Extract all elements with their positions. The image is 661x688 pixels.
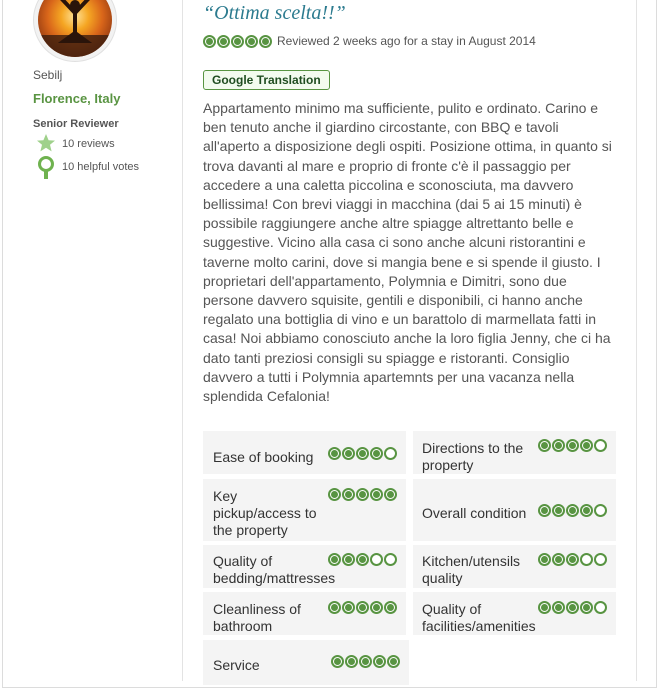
review-body: Appartamento minimo ma sufficiente, puli…: [203, 100, 612, 405]
sub-rating-label: Quality of bedding/mattresses: [213, 553, 336, 586]
filled-bubble-icon: [387, 655, 400, 668]
sub-rating-item: Service: [203, 640, 409, 685]
filled-bubble-icon: [342, 447, 355, 460]
column-divider: [182, 0, 183, 681]
filled-bubble-icon: [245, 34, 258, 48]
filled-bubble-icon: [370, 488, 383, 501]
filled-bubble-icon: [552, 601, 565, 614]
sub-rating-item: Ease of booking: [203, 431, 406, 474]
ribbon-icon: [36, 156, 56, 179]
empty-bubble-icon: [594, 504, 607, 517]
empty-bubble-icon: [384, 553, 397, 566]
filled-bubble-icon: [328, 601, 341, 614]
empty-bubble-icon: [580, 553, 593, 566]
filled-bubble-icon: [566, 439, 579, 452]
filled-bubble-icon: [538, 504, 551, 517]
filled-bubble-icon: [566, 553, 579, 566]
filled-bubble-icon: [552, 504, 565, 517]
sub-rating-bubbles: [331, 655, 401, 668]
filled-bubble-icon: [345, 655, 358, 668]
sub-rating-bubbles: [328, 447, 398, 460]
sub-rating-bubbles: [538, 601, 608, 614]
empty-bubble-icon: [594, 601, 607, 614]
filled-bubble-icon: [231, 34, 244, 48]
filled-bubble-icon: [370, 447, 383, 460]
filled-bubble-icon: [342, 601, 355, 614]
sub-rating-label: Directions to the property: [422, 440, 524, 473]
filled-bubble-icon: [580, 504, 593, 517]
filled-bubble-icon: [356, 447, 369, 460]
sub-rating-bubbles: [328, 553, 398, 566]
sub-rating-label: Overall condition: [422, 505, 527, 521]
sub-rating-bubbles: [538, 553, 608, 566]
overall-rating-bubbles: [203, 34, 273, 48]
google-translation-button[interactable]: Google Translation: [203, 70, 330, 90]
filled-bubble-icon: [259, 34, 272, 48]
review-rating-line: Reviewed 2 weeks ago for a stay in Augus…: [203, 34, 536, 48]
sub-rating-label: Quality of facilities/amenities: [422, 601, 536, 634]
filled-bubble-icon: [538, 601, 551, 614]
card-right-border: [636, 0, 637, 681]
helpful-votes-row: 10 helpful votes: [36, 156, 140, 179]
reviews-count: 10 reviews: [62, 138, 115, 150]
filled-bubble-icon: [552, 439, 565, 452]
filled-bubble-icon: [342, 553, 355, 566]
filled-bubble-icon: [328, 447, 341, 460]
filled-bubble-icon: [331, 655, 344, 668]
yoga-silhouette-icon: [38, 0, 112, 57]
filled-bubble-icon: [328, 488, 341, 501]
helpful-votes: 10 helpful votes: [62, 161, 140, 173]
filled-bubble-icon: [203, 34, 216, 48]
sub-rating-label: Key pickup/access to the property: [213, 488, 317, 538]
filled-bubble-icon: [217, 34, 230, 48]
filled-bubble-icon: [552, 553, 565, 566]
sub-rating-bubbles: [538, 504, 608, 517]
sub-rating-item: Key pickup/access to the property: [203, 479, 406, 541]
sub-rating-label: Cleanliness of bathroom: [213, 601, 301, 634]
filled-bubble-icon: [328, 553, 341, 566]
reviewer-name[interactable]: Sebilj: [33, 68, 62, 82]
sub-rating-label: Kitchen/utensils quality: [422, 553, 521, 586]
filled-bubble-icon: [566, 601, 579, 614]
filled-bubble-icon: [580, 439, 593, 452]
sub-rating-item: Cleanliness of bathroom: [203, 592, 406, 635]
review-date: Reviewed 2 weeks ago for a stay in Augus…: [277, 34, 536, 48]
sub-rating-item: Overall condition: [413, 479, 616, 541]
filled-bubble-icon: [342, 488, 355, 501]
empty-bubble-icon: [384, 447, 397, 460]
filled-bubble-icon: [566, 504, 579, 517]
sub-rating-bubbles: [328, 601, 398, 614]
avatar-image: [38, 0, 112, 57]
filled-bubble-icon: [538, 439, 551, 452]
filled-bubble-icon: [356, 488, 369, 501]
filled-bubble-icon: [384, 601, 397, 614]
filled-bubble-icon: [373, 655, 386, 668]
sub-rating-label: Service: [213, 657, 260, 673]
empty-bubble-icon: [370, 553, 383, 566]
reviews-count-row: 10 reviews: [36, 133, 115, 155]
filled-bubble-icon: [356, 601, 369, 614]
reviewer-badge: Senior Reviewer: [33, 118, 119, 130]
sub-rating-item: Directions to the property: [413, 431, 616, 474]
sub-rating-item: Quality of facilities/amenities: [413, 592, 616, 635]
sub-rating-bubbles: [538, 439, 608, 452]
reviewer-location: Florence, Italy: [33, 91, 121, 106]
filled-bubble-icon: [384, 488, 397, 501]
empty-bubble-icon: [594, 553, 607, 566]
filled-bubble-icon: [580, 601, 593, 614]
filled-bubble-icon: [356, 553, 369, 566]
review-title[interactable]: “Ottima scelta!!”: [203, 2, 346, 25]
sub-rating-item: Kitchen/utensils quality: [413, 545, 616, 588]
sub-rating-bubbles: [328, 488, 398, 501]
empty-bubble-icon: [594, 439, 607, 452]
filled-bubble-icon: [538, 553, 551, 566]
sub-rating-label: Ease of booking: [213, 449, 314, 465]
sub-rating-item: Quality of bedding/mattresses: [203, 545, 406, 588]
filled-bubble-icon: [359, 655, 372, 668]
star-icon: [36, 133, 56, 155]
filled-bubble-icon: [370, 601, 383, 614]
